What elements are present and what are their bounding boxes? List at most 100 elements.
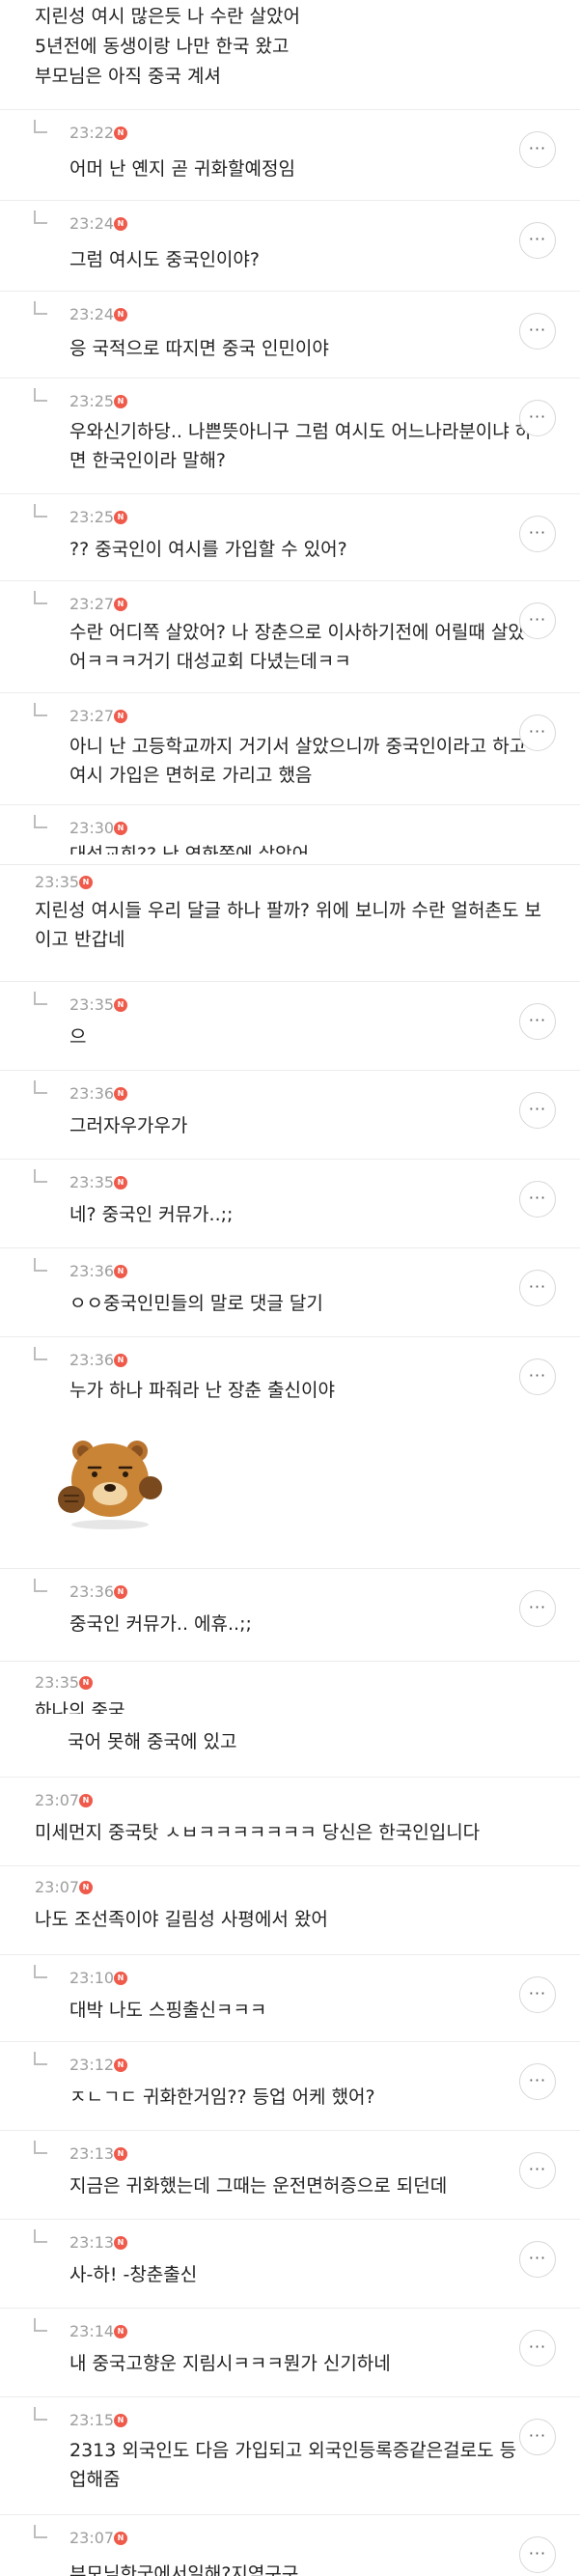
comment-time: 23:36 xyxy=(69,1084,115,1103)
new-badge-icon: N xyxy=(114,2236,127,2250)
comment-text: 지린성 여시들 우리 달글 하나 팔까? 위에 보니까 수란 얼허촌도 보 xyxy=(35,900,541,921)
comment-text: 어머 난 옌지 곧 귀화할예정임 xyxy=(69,158,295,180)
reply-arrow-icon xyxy=(34,2141,47,2154)
more-options-button[interactable]: ··· xyxy=(519,400,556,436)
comment-time: 23:30 xyxy=(69,819,115,837)
new-badge-icon: N xyxy=(114,1176,127,1190)
comment-time: 23:22 xyxy=(69,124,115,142)
comment-time: 23:25 xyxy=(69,392,115,410)
comment-time: 23:07 xyxy=(35,1791,80,1809)
more-options-button[interactable]: ··· xyxy=(519,313,556,350)
new-badge-icon: N xyxy=(114,2532,127,2545)
comment-text: 응 국적으로 따지면 중국 인민이야 xyxy=(69,338,329,359)
comment-text: 2313 외국인도 다음 가입되고 외국인등록증같은걸로도 등 xyxy=(69,2440,517,2461)
comment-text: 면 한국인이라 말해? xyxy=(69,450,227,471)
comment-text: 내 중국고향운 지림시ㅋㅋㅋ뭔가 신기하네 xyxy=(69,2353,391,2374)
reply-item: 23:25 N 우와신기하당.. 나쁜뜻아니구 그럼 여시도 어느나라분이냐 하… xyxy=(0,378,580,493)
reply-arrow-icon xyxy=(34,2407,47,2421)
more-options-button[interactable]: ··· xyxy=(519,1092,556,1129)
comment-time: 23:36 xyxy=(69,1351,115,1369)
more-options-button[interactable]: ··· xyxy=(519,2152,556,2189)
comment-item: 지린성 여시 많은듯 나 수란 살았어 5년전에 동생이랑 나만 한국 왔고 부… xyxy=(0,0,580,98)
reply-item: 23:36 N 중국인 커뮤가.. 에휴..;; ··· xyxy=(0,1568,580,1661)
more-options-button[interactable]: ··· xyxy=(519,2419,556,2455)
more-options-button[interactable]: ··· xyxy=(519,1003,556,1040)
new-badge-icon: N xyxy=(114,710,127,723)
reply-item: 23:22 N 어머 난 옌지 곧 귀화할예정임 ··· xyxy=(0,109,580,200)
new-badge-icon: N xyxy=(114,217,127,231)
new-badge-icon: N xyxy=(114,126,127,140)
new-badge-icon: N xyxy=(114,998,127,1012)
comment-time: 23:27 xyxy=(69,707,115,725)
more-options-button[interactable]: ··· xyxy=(519,1590,556,1627)
more-options-button[interactable]: ··· xyxy=(519,2063,556,2100)
reply-item: 23:12 N ㅈㄴㄱㄷ 귀화한거임?? 등업 어케 했어? ··· xyxy=(0,2041,580,2130)
new-badge-icon: N xyxy=(114,1265,127,1278)
comment-item: 23:35 N 하나의 중국 국어 못해 중국에 있고 xyxy=(0,1661,580,1777)
more-options-button[interactable]: ··· xyxy=(519,2536,556,2573)
comment-time: 23:24 xyxy=(69,214,115,233)
comment-text: 으 xyxy=(69,1026,87,1048)
reply-item: 23:10 N 대박 나도 스핑출신ㅋㅋㅋ ··· xyxy=(0,1954,580,2041)
comment-time: 23:35 xyxy=(35,1673,80,1692)
reply-arrow-icon xyxy=(34,1965,47,1978)
new-badge-icon: N xyxy=(79,1881,93,1894)
more-options-button[interactable]: ··· xyxy=(519,131,556,168)
reply-item: 23:07 N 부모님한국에서일해?지역구구 ··· xyxy=(0,2514,580,2576)
comment-text: 5년전에 동생이랑 나만 한국 왔고 xyxy=(35,36,290,57)
more-options-button[interactable]: ··· xyxy=(519,1976,556,2013)
new-badge-icon: N xyxy=(79,876,93,889)
reply-arrow-icon xyxy=(34,2229,47,2243)
comment-text: 미세먼지 중국탓 ㅅㅂㅋㅋㅋㅋㅋㅋㅋ 당신은 한국인입니다 xyxy=(35,1822,481,1843)
reply-arrow-icon xyxy=(34,1347,47,1360)
comment-text: 그럼 여시도 중국인이야? xyxy=(69,249,260,270)
reply-item: 23:36 N 그러자우가우가 ··· xyxy=(0,1070,580,1159)
more-options-button[interactable]: ··· xyxy=(519,1358,556,1395)
reply-item: 23:24 N 응 국적으로 따지면 중국 인민이야 ··· xyxy=(0,291,580,378)
comment-text: ㅈㄴㄱㄷ 귀화한거임?? 등업 어케 했어? xyxy=(69,2086,375,2108)
reply-arrow-icon xyxy=(34,504,47,518)
comment-item: 23:35 N 지린성 여시들 우리 달글 하나 팔까? 위에 보니까 수란 얼… xyxy=(0,864,580,981)
more-options-button[interactable]: ··· xyxy=(519,222,556,259)
more-options-button[interactable]: ··· xyxy=(519,1270,556,1306)
reply-arrow-icon xyxy=(34,2318,47,2332)
new-badge-icon: N xyxy=(114,308,127,322)
comment-text: 네? 중국인 커뮤가..;; xyxy=(69,1204,234,1225)
more-options-button[interactable]: ··· xyxy=(519,602,556,639)
reply-arrow-icon xyxy=(34,992,47,1005)
reply-item: 23:36 N ㅇㅇ중국인민들의 말로 댓글 달기 ··· xyxy=(0,1247,580,1336)
more-options-button[interactable]: ··· xyxy=(519,714,556,751)
more-options-button[interactable]: ··· xyxy=(519,516,556,552)
reply-arrow-icon xyxy=(34,591,47,604)
reply-arrow-icon xyxy=(34,1080,47,1094)
reply-item: 23:36 N 누가 하나 파줘라 난 장춘 출신이야 ··· xyxy=(0,1336,580,1568)
new-badge-icon: N xyxy=(114,598,127,611)
comment-time: 23:10 xyxy=(69,1969,115,1987)
comment-time: 23:24 xyxy=(69,305,115,323)
more-options-button[interactable]: ··· xyxy=(519,1181,556,1218)
clipped-line: 하나의 중국 xyxy=(35,1698,228,1714)
comment-text: 대성교회?? 난 연화쪽에 살았어 xyxy=(69,844,310,854)
bear-sticker-icon xyxy=(58,1441,162,1529)
comment-text: ?? 중국인이 여시를 가입할 수 있어? xyxy=(69,539,347,560)
new-badge-icon: N xyxy=(114,822,127,835)
reply-arrow-icon xyxy=(34,1579,47,1592)
more-options-button[interactable]: ··· xyxy=(519,2241,556,2278)
comment-time: 23:07 xyxy=(35,1878,80,1896)
comment-time: 23:35 xyxy=(69,995,115,1014)
reply-arrow-icon xyxy=(34,388,47,402)
more-options-button[interactable]: ··· xyxy=(519,2330,556,2366)
comment-text: 나도 조선족이야 길림성 사평에서 왔어 xyxy=(35,1909,328,1930)
comment-text: 수란 어디쪽 살았어? 나 장춘으로 이사하기전에 어릴때 살았 xyxy=(69,622,525,643)
new-badge-icon: N xyxy=(114,511,127,524)
comment-time: 23:13 xyxy=(69,2144,115,2163)
reply-item: 23:15 N 2313 외국인도 다음 가입되고 외국인등록증같은걸로도 등 … xyxy=(0,2396,580,2514)
comment-text: 우와신기하당.. 나쁜뜻아니구 그럼 여시도 어느나라분이냐 하 xyxy=(69,421,533,442)
comment-text: 지금은 귀화했는데 그때는 운전면허증으로 되던데 xyxy=(69,2175,448,2197)
reply-item: 23:35 N 네? 중국인 커뮤가..;; ··· xyxy=(0,1159,580,1247)
comment-time: 23:36 xyxy=(69,1582,115,1601)
comment-text: 누가 하나 파줘라 난 장춘 출신이야 xyxy=(69,1380,335,1401)
comment-text: 여시 가입은 면허로 가리고 했음 xyxy=(69,765,313,786)
comment-text: 사-하! -창춘출신 xyxy=(69,2264,198,2285)
comment-text: ㅇㅇ중국인민들의 말로 댓글 달기 xyxy=(69,1293,323,1314)
